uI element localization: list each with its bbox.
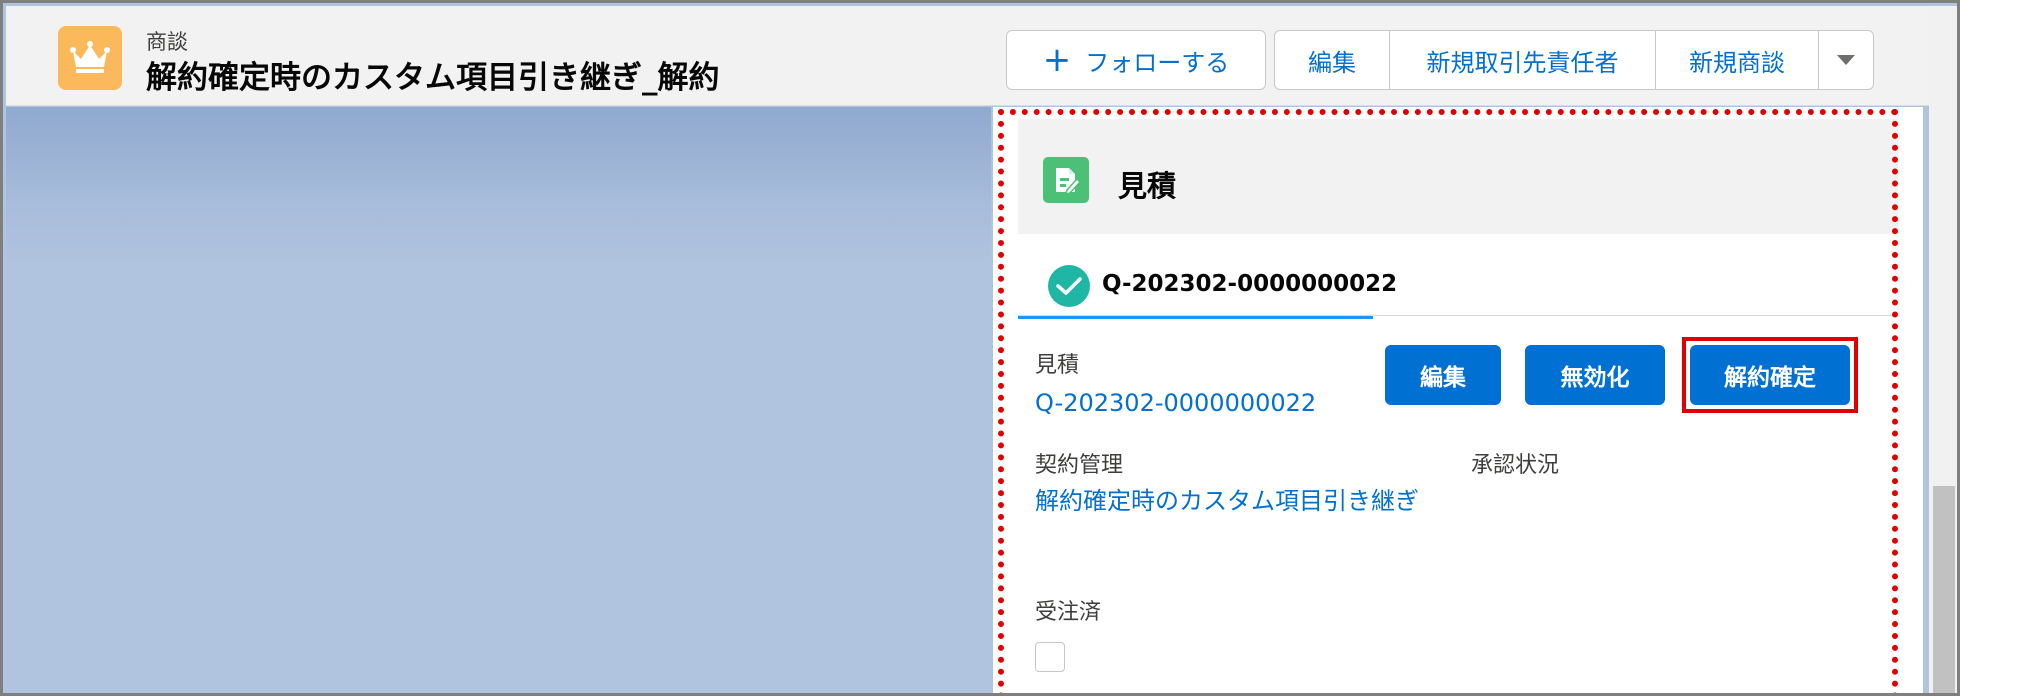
- ordered-checkbox[interactable]: [1035, 642, 1065, 672]
- crown-icon: [58, 26, 122, 90]
- scrollbar-thumb[interactable]: [1933, 486, 1955, 693]
- contract-field-label: 契約管理: [1035, 453, 1124, 478]
- tab-label: Q-202302-0000000022: [1102, 271, 1398, 297]
- contract-link[interactable]: 解約確定時のカスタム項目引き継ぎ: [1035, 482, 1425, 520]
- quote-panel: 見積 Q-202302-0000000022 見積 Q-202302-00000…: [993, 107, 1923, 693]
- invalidate-button[interactable]: 無効化: [1525, 345, 1665, 405]
- quote-number-link[interactable]: Q-202302-0000000022: [1035, 384, 1316, 422]
- record-header: 商談 解約確定時のカスタム項目引き継ぎ_解約 + フォローする 編集 新規取引先…: [6, 6, 1929, 106]
- tab-quote-record[interactable]: Q-202302-0000000022: [1018, 247, 1397, 319]
- page-title: 解約確定時のカスタム項目引き継ぎ_解約: [146, 60, 720, 96]
- quote-edit-button[interactable]: 編集: [1385, 345, 1501, 405]
- header-action-group: 編集 新規取引先責任者 新規商談: [1274, 30, 1874, 90]
- follow-button[interactable]: + フォローする: [1006, 30, 1266, 90]
- edit-button[interactable]: 編集: [1274, 30, 1390, 90]
- quote-field-label: 見積: [1035, 353, 1080, 378]
- scrollbar[interactable]: [1929, 6, 1957, 693]
- new-opportunity-button[interactable]: 新規商談: [1655, 30, 1819, 90]
- follow-button-label: フォローする: [1085, 48, 1230, 77]
- more-actions-button[interactable]: [1818, 30, 1874, 90]
- chevron-down-icon: [1837, 55, 1855, 65]
- quote-icon: [1043, 157, 1089, 203]
- approval-status-label: 承認状況: [1471, 453, 1560, 478]
- highlight-box: [1682, 337, 1858, 413]
- app-window: 商談 解約確定時のカスタム項目引き継ぎ_解約 + フォローする 編集 新規取引先…: [0, 0, 1960, 696]
- check-icon: [1048, 265, 1090, 307]
- panel-title: 見積: [1118, 169, 1177, 203]
- tab-divider: [1018, 315, 1898, 316]
- new-contact-button[interactable]: 新規取引先責任者: [1389, 30, 1656, 90]
- plus-icon: +: [1042, 40, 1072, 80]
- ordered-field-label: 受注済: [1035, 600, 1102, 625]
- background-banner: [6, 107, 991, 267]
